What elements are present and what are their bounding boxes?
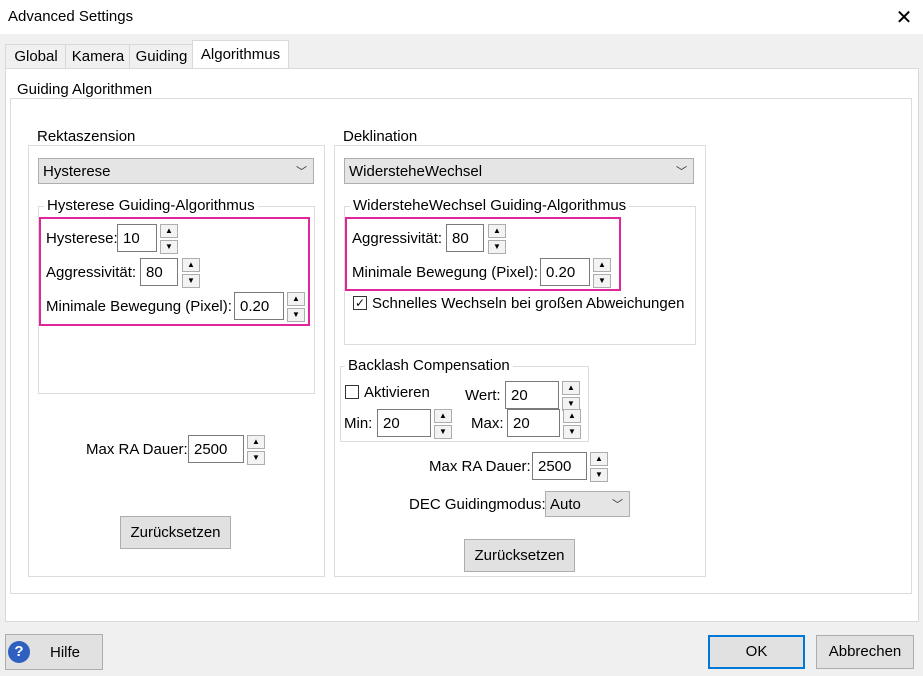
backlash-max-spinner[interactable]: ▲ ▼ xyxy=(563,409,581,439)
backlash-wert-label: Wert: xyxy=(465,387,501,404)
backlash-activate-label: Aktivieren xyxy=(364,384,430,401)
backlash-max-input[interactable]: 20 xyxy=(507,409,560,437)
dec-minmove-label: Minimale Bewegung (Pixel): xyxy=(352,264,538,281)
ra-legend: Rektaszension xyxy=(34,128,139,145)
spin-down-icon[interactable]: ▼ xyxy=(488,240,506,254)
spin-up-icon[interactable]: ▲ xyxy=(160,224,178,238)
ra-minmove-label: Minimale Bewegung (Pixel): xyxy=(46,298,232,315)
ra-minmove-spinner[interactable]: ▲ ▼ xyxy=(287,292,305,322)
close-icon[interactable]: ✕ xyxy=(893,5,915,30)
spin-down-icon[interactable]: ▼ xyxy=(287,308,305,322)
ra-maxdur-spinner[interactable]: ▲ ▼ xyxy=(247,435,265,465)
spin-down-icon[interactable]: ▼ xyxy=(160,240,178,254)
spin-up-icon[interactable]: ▲ xyxy=(590,452,608,466)
spin-down-icon[interactable]: ▼ xyxy=(247,451,265,465)
dec-maxdur-label: Max RA Dauer: xyxy=(429,458,531,475)
dec-guidemode-select[interactable]: Auto ﹀ xyxy=(545,491,630,517)
spin-down-icon[interactable]: ▼ xyxy=(593,274,611,288)
spin-down-icon[interactable]: ▼ xyxy=(563,425,581,439)
ra-minmove-input[interactable]: 0.20 xyxy=(234,292,284,320)
fast-switch-checkbox[interactable]: ✓ xyxy=(353,296,367,310)
dec-algorithm-select[interactable]: WidersteheWechsel ﹀ xyxy=(344,158,694,184)
help-icon: ? xyxy=(8,641,30,663)
spin-up-icon[interactable]: ▲ xyxy=(563,409,581,423)
dec-aggr-input[interactable]: 80 xyxy=(446,224,484,252)
dec-maxdur-input[interactable]: 2500 xyxy=(532,452,587,480)
ra-aggr-label: Aggressivität: xyxy=(46,264,137,281)
dec-algorithm-value: WidersteheWechsel xyxy=(349,163,483,180)
ra-subgroup-legend: Hysterese Guiding-Algorithmus xyxy=(44,197,258,214)
backlash-max-label: Max: xyxy=(471,415,504,432)
chevron-down-icon: ﹀ xyxy=(676,166,687,178)
backlash-min-spinner[interactable]: ▲ ▼ xyxy=(434,409,452,439)
ra-aggr-spinner[interactable]: ▲ ▼ xyxy=(182,258,200,288)
dec-aggr-spinner[interactable]: ▲ ▼ xyxy=(488,224,506,254)
tab-global[interactable]: Global xyxy=(5,44,67,69)
backlash-min-input[interactable]: 20 xyxy=(377,409,431,437)
backlash-wert-input[interactable]: 20 xyxy=(505,381,559,409)
tab-algorithmus[interactable]: Algorithmus xyxy=(192,40,289,69)
title-bar xyxy=(0,0,923,34)
spin-up-icon[interactable]: ▲ xyxy=(593,258,611,272)
guiding-algorithms-legend: Guiding Algorithmen xyxy=(14,81,156,98)
backlash-min-label: Min: xyxy=(344,415,373,432)
help-button-label: Hilfe xyxy=(50,644,81,661)
spin-down-icon[interactable]: ▼ xyxy=(182,274,200,288)
dec-minmove-spinner[interactable]: ▲ ▼ xyxy=(593,258,611,288)
spin-up-icon[interactable]: ▲ xyxy=(562,381,580,395)
dec-minmove-input[interactable]: 0.20 xyxy=(540,258,590,286)
window-title: Advanced Settings xyxy=(8,8,134,25)
ra-algorithm-value: Hysterese xyxy=(43,163,111,180)
chevron-down-icon: ﹀ xyxy=(612,499,623,511)
dec-maxdur-spinner[interactable]: ▲ ▼ xyxy=(590,452,608,482)
dec-aggr-label: Aggressivität: xyxy=(352,230,443,247)
chevron-down-icon: ﹀ xyxy=(296,166,307,178)
spin-down-icon[interactable]: ▼ xyxy=(590,468,608,482)
dec-guidemode-value: Auto xyxy=(550,496,581,513)
ra-hysterese-label: Hysterese: xyxy=(46,230,118,247)
ra-algorithm-select[interactable]: Hysterese ﹀ xyxy=(38,158,314,184)
backlash-legend: Backlash Compensation xyxy=(345,357,513,374)
spin-down-icon[interactable]: ▼ xyxy=(434,425,452,439)
ok-button[interactable]: OK xyxy=(708,635,805,669)
fast-switch-label: Schnelles Wechseln bei großen Abweichung… xyxy=(372,295,685,312)
ra-reset-button[interactable]: Zurücksetzen xyxy=(120,516,231,549)
spin-up-icon[interactable]: ▲ xyxy=(287,292,305,306)
tab-kamera[interactable]: Kamera xyxy=(65,44,131,69)
spin-up-icon[interactable]: ▲ xyxy=(434,409,452,423)
spin-up-icon[interactable]: ▲ xyxy=(247,435,265,449)
ra-hysterese-input[interactable]: 10 xyxy=(117,224,157,252)
tab-guiding[interactable]: Guiding xyxy=(129,44,194,69)
dec-reset-button[interactable]: Zurücksetzen xyxy=(464,539,575,572)
help-button[interactable]: ? Hilfe xyxy=(5,634,103,670)
ra-aggr-input[interactable]: 80 xyxy=(140,258,178,286)
ra-hysterese-spinner[interactable]: ▲ ▼ xyxy=(160,224,178,254)
spin-up-icon[interactable]: ▲ xyxy=(488,224,506,238)
backlash-activate-checkbox[interactable] xyxy=(345,385,359,399)
backlash-wert-spinner[interactable]: ▲ ▼ xyxy=(562,381,580,411)
spin-up-icon[interactable]: ▲ xyxy=(182,258,200,272)
ra-maxdur-label: Max RA Dauer: xyxy=(86,441,188,458)
dec-subgroup-legend: WidersteheWechsel Guiding-Algorithmus xyxy=(350,197,630,214)
ra-maxdur-input[interactable]: 2500 xyxy=(188,435,244,463)
dec-legend: Deklination xyxy=(340,128,421,145)
cancel-button[interactable]: Abbrechen xyxy=(816,635,914,669)
dec-guidemode-label: DEC Guidingmodus: xyxy=(409,496,546,513)
